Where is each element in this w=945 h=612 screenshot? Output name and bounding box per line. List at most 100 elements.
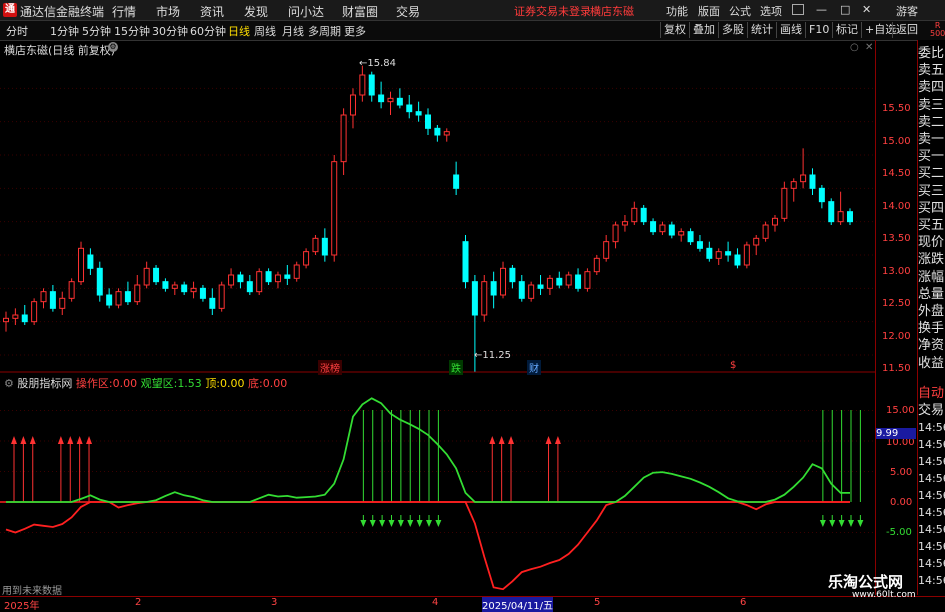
candle-body	[265, 271, 272, 283]
op-zone-value: 0.00	[112, 377, 138, 390]
menu-options[interactable]: 选项	[760, 3, 782, 19]
draw-mode-icon[interactable]	[792, 4, 804, 15]
candle-body	[678, 231, 685, 236]
broker-login-status[interactable]: 证券交易未登录	[514, 3, 591, 19]
candle-body	[68, 281, 75, 299]
candle-body	[518, 281, 525, 299]
candle-body	[21, 314, 28, 323]
chart-area[interactable]	[0, 40, 876, 595]
marker-finance[interactable]: 财	[527, 360, 541, 375]
indicator-gear-icon[interactable]: ⚙	[4, 377, 14, 390]
candle-body	[340, 114, 347, 163]
menu-layout[interactable]: 版面	[698, 3, 720, 19]
indicator-title: ⚙ 股朋指标网 操作区:0.00 观望区:1.53 顶:0.00 底:0.00	[4, 375, 287, 391]
maximize-icon[interactable]: □	[840, 3, 850, 16]
date-label: 4	[432, 597, 439, 608]
candle-body	[124, 291, 131, 303]
marker-dollar[interactable]: $	[730, 360, 736, 371]
menu-formula[interactable]: 公式	[729, 3, 751, 19]
tick-time: 14:56	[918, 455, 945, 468]
candle-body	[49, 291, 56, 309]
buy-arrow-head	[57, 436, 64, 444]
sell-arrow-head	[388, 520, 395, 527]
tab-monthly[interactable]: 月线	[282, 23, 304, 39]
sell-arrow-head	[435, 520, 442, 527]
menu-news[interactable]: 资讯	[200, 3, 224, 20]
candle-body	[584, 271, 591, 289]
tab-more[interactable]: 更多	[344, 23, 366, 39]
tab-15min[interactable]: 15分钟	[114, 23, 150, 39]
ind-y-tick: 15.00	[886, 405, 915, 416]
candle-body	[725, 251, 732, 256]
menu-quotes[interactable]: 行情	[112, 3, 136, 20]
minimize-icon[interactable]: —	[816, 3, 827, 16]
candle-body	[528, 284, 535, 299]
y-tick: 12.50	[882, 298, 911, 309]
candle-body	[800, 174, 807, 183]
sell-arrow-head	[819, 520, 826, 527]
tab-1min[interactable]: 1分钟	[50, 23, 79, 39]
y-tick: 13.50	[882, 233, 911, 244]
chart-close-icon[interactable]: ✕	[865, 42, 873, 53]
candle-body	[396, 97, 403, 106]
settings-gear-icon[interactable]: ⚙	[108, 42, 118, 52]
buy-arrow-head	[554, 436, 561, 444]
tab-60min[interactable]: 60分钟	[190, 23, 226, 39]
tick-time: 14:56	[918, 574, 945, 587]
candle-body	[3, 317, 9, 323]
candle-body	[640, 207, 647, 223]
main-chart-title: 横店东磁(日线 前复权)	[4, 44, 116, 57]
tick-time: 14:56	[918, 506, 945, 519]
candle-body	[753, 237, 760, 246]
candle-body	[256, 271, 263, 293]
tab-intraday[interactable]: 分时	[6, 23, 28, 39]
draw-line-button[interactable]: 画线	[776, 22, 805, 38]
tab-multi-period[interactable]: 多周期	[308, 23, 341, 39]
tab-30min[interactable]: 30分钟	[152, 23, 188, 39]
watch-zone-value: 1.53	[177, 377, 202, 390]
candle-body	[78, 247, 85, 283]
menu-discover[interactable]: 发现	[244, 3, 268, 20]
y-tick: 11.50	[882, 363, 911, 374]
menu-function[interactable]: 功能	[666, 3, 688, 19]
guest-label[interactable]: 游客	[896, 3, 918, 19]
panel-item-2: 卖四	[918, 80, 945, 96]
candle-body	[96, 267, 103, 296]
top-label: 顶:	[205, 377, 221, 390]
stats-button[interactable]: 统计	[747, 22, 776, 38]
sell-arrow-head	[426, 520, 432, 527]
candle-body	[331, 161, 338, 256]
close-icon[interactable]: ✕	[862, 3, 871, 16]
chart-settings-icon[interactable]: ○	[850, 42, 859, 53]
candle-body	[171, 284, 178, 289]
menu-market[interactable]: 市场	[156, 3, 180, 20]
sell-arrow-head	[397, 520, 404, 527]
menu-trade[interactable]: 交易	[396, 3, 420, 20]
candle-body	[809, 174, 816, 189]
multi-stock-button[interactable]: 多股	[718, 22, 747, 38]
adjust-button[interactable]: 复权	[660, 22, 689, 38]
mark-button[interactable]: 标记	[832, 22, 861, 38]
bottom-curve	[5, 501, 850, 591]
menu-wealth[interactable]: 财富圈	[342, 3, 378, 20]
marker-up-rank[interactable]: 涨榜	[318, 360, 342, 375]
panel-item-14: 总量	[918, 286, 945, 302]
panel-item-9: 买四	[918, 200, 945, 216]
auto-trade-label[interactable]: 自动	[918, 386, 944, 402]
candle-body	[284, 274, 291, 279]
panel-item-7: 买二	[918, 166, 945, 182]
tab-5min[interactable]: 5分钟	[82, 23, 111, 39]
marker-down[interactable]: 跌	[449, 360, 463, 375]
candle-body	[500, 267, 507, 296]
menu-ask[interactable]: 问小达	[288, 3, 324, 20]
trade-label[interactable]: 交易	[918, 403, 944, 419]
candle-body	[546, 277, 553, 289]
candle-body	[134, 284, 141, 303]
candle-body	[218, 284, 225, 309]
tab-weekly[interactable]: 周线	[254, 23, 276, 39]
overlay-button[interactable]: 叠加	[689, 22, 718, 38]
candle-body	[509, 267, 516, 283]
f10-button[interactable]: F10	[805, 22, 832, 38]
tab-daily[interactable]: 日线	[228, 23, 250, 39]
back-button[interactable]: 返回	[892, 22, 921, 38]
